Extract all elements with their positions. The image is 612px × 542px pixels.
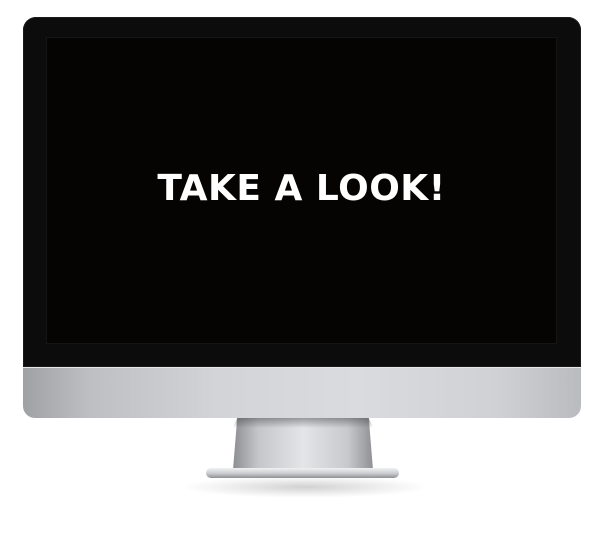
monitor-screen: TAKE A LOOK! (46, 37, 557, 344)
monitor-illustration: TAKE A LOOK! (0, 0, 612, 542)
monitor-shadow (180, 476, 430, 498)
monitor-chin (23, 367, 581, 418)
monitor-foot (206, 468, 399, 478)
monitor-stand-shading (233, 418, 373, 428)
screen-headline: TAKE A LOOK! (157, 167, 446, 209)
